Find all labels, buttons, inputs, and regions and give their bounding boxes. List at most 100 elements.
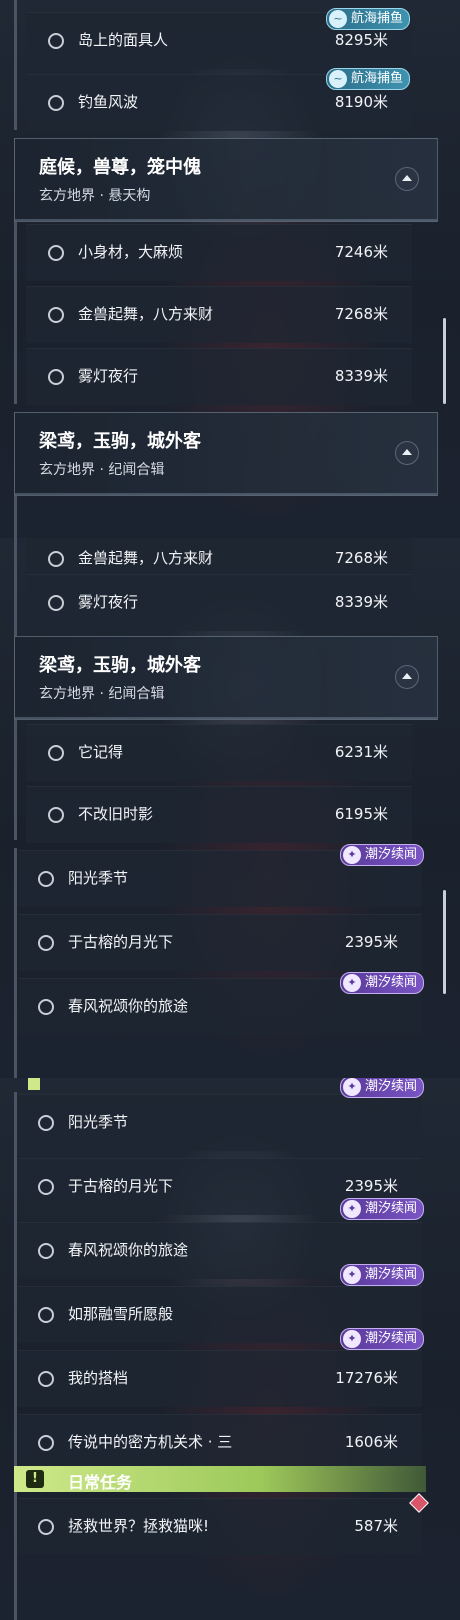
list-rail bbox=[14, 1492, 17, 1620]
quest-row[interactable]: 我的搭档 17276米 bbox=[18, 1350, 422, 1407]
quest-distance: 17276米 bbox=[335, 1369, 398, 1387]
quest-row[interactable]: 不改旧时影 6195米 bbox=[26, 786, 412, 843]
quest-title: 小身材，大麻烦 bbox=[78, 243, 184, 261]
quest-row[interactable]: 小身材，大麻烦 7246米 bbox=[26, 224, 412, 281]
daily-marker-icon bbox=[28, 1078, 40, 1090]
quest-status-circle-icon bbox=[48, 369, 64, 385]
quest-status-circle-icon bbox=[38, 1179, 54, 1195]
badge-label: 潮汐续闻 bbox=[365, 1267, 418, 1282]
quest-title: 我的搭档 bbox=[68, 1369, 129, 1387]
quest-title: 阳光季节 bbox=[68, 869, 129, 887]
quest-distance: 1606米 bbox=[344, 1433, 398, 1451]
quest-distance: 587米 bbox=[354, 1517, 398, 1535]
tide-badge: ✦ 潮汐续闻 bbox=[340, 1328, 425, 1350]
quest-status-circle-icon bbox=[48, 245, 64, 261]
quest-row[interactable]: 它记得 6231米 bbox=[26, 724, 412, 781]
quest-title: 如那融雪所愿般 bbox=[68, 1305, 174, 1323]
quest-title: 春风祝颂你的旅途 bbox=[68, 997, 189, 1015]
quest-title: 雾灯夜行 bbox=[78, 593, 139, 611]
quest-distance: 6231米 bbox=[334, 743, 388, 761]
quest-title: 雾灯夜行 bbox=[78, 367, 139, 385]
quest-title: 于古榕的月光下 bbox=[68, 1177, 174, 1195]
quest-title: 拯救世界？拯救猫咪! bbox=[68, 1517, 210, 1535]
quest-status-circle-icon bbox=[48, 33, 64, 49]
daily-tasks-header[interactable]: ! 日常任务 bbox=[14, 1466, 426, 1492]
list-rail bbox=[14, 720, 17, 840]
tide-badge: ✦ 潮汐续闻 bbox=[340, 1078, 425, 1098]
group-title: 庭候，兽尊，笼中傀 bbox=[39, 157, 201, 178]
badge-label: 潮汐续闻 bbox=[365, 1201, 418, 1216]
badge-label: 潮汐续闻 bbox=[365, 1331, 418, 1346]
quest-title: 阳光季节 bbox=[68, 1113, 129, 1131]
group-subtitle: 玄方地界 · 悬天构 bbox=[39, 188, 151, 204]
quest-distance: 2395米 bbox=[344, 1177, 398, 1195]
quest-title: 岛上的面具人 bbox=[78, 31, 169, 49]
tide-badge: ✦ 潮汐续闻 bbox=[340, 844, 425, 866]
quest-title: 它记得 bbox=[78, 743, 124, 761]
list-rail bbox=[14, 496, 17, 538]
fishing-badge: ~ 航海捕鱼 bbox=[326, 68, 411, 90]
badge-label: 潮汐续闻 bbox=[365, 847, 418, 862]
quest-group-header[interactable]: 梁鸢，玉驹，城外客 玄方地界 · 纪闻合辑 bbox=[14, 636, 438, 720]
quest-distance: 8295米 bbox=[334, 31, 388, 49]
quest-distance: 2395米 bbox=[344, 933, 398, 951]
quest-distance: 7268米 bbox=[334, 305, 388, 323]
quest-distance: 8190米 bbox=[334, 93, 388, 111]
fish-icon: ~ bbox=[329, 10, 347, 28]
daily-tasks-label: 日常任务 bbox=[68, 1473, 133, 1492]
quest-row[interactable]: 传说中的密方机关术 · 三 1606米 bbox=[18, 1414, 422, 1471]
quest-status-circle-icon bbox=[38, 1519, 54, 1535]
tide-badge: ✦ 潮汐续闻 bbox=[340, 972, 425, 994]
quest-status-circle-icon bbox=[38, 1307, 54, 1323]
quest-status-circle-icon bbox=[48, 307, 64, 323]
quest-status-circle-icon bbox=[38, 1243, 54, 1259]
tide-icon: ✦ bbox=[343, 974, 361, 992]
quest-title: 春风祝颂你的旅途 bbox=[68, 1241, 189, 1259]
chevron-up-icon[interactable] bbox=[395, 167, 419, 191]
quest-row[interactable]: 金兽起舞，八方来财 7268米 bbox=[26, 286, 412, 343]
quest-distance: 6195米 bbox=[334, 805, 388, 823]
exclamation-icon: ! bbox=[26, 1470, 44, 1488]
quest-status-circle-icon bbox=[38, 871, 54, 887]
chevron-up-icon[interactable] bbox=[395, 441, 419, 465]
chevron-up-icon[interactable] bbox=[395, 665, 419, 689]
list-rail bbox=[14, 1092, 17, 1472]
quest-row[interactable]: 阳光季节 bbox=[18, 1094, 422, 1151]
quest-status-circle-icon bbox=[38, 1371, 54, 1387]
quest-row[interactable]: 雾灯夜行 8339米 bbox=[26, 574, 412, 631]
quest-title: 传说中的密方机关术 · 三 bbox=[68, 1433, 233, 1451]
quest-row[interactable]: 雾灯夜行 8339米 bbox=[26, 348, 412, 405]
quest-status-circle-icon bbox=[48, 807, 64, 823]
quest-row[interactable]: 拯救世界？拯救猫咪! 587米 bbox=[18, 1498, 422, 1555]
quest-group-header[interactable]: 庭候，兽尊，笼中傀 玄方地界 · 悬天构 bbox=[14, 138, 438, 222]
quest-list-panel-1: 岛上的面具人 8295米 ~ 航海捕鱼 钓鱼风波 8190米 ~ 航海捕鱼 庭候… bbox=[0, 0, 460, 538]
scrollbar[interactable] bbox=[443, 318, 446, 404]
quest-status-circle-icon bbox=[38, 1435, 54, 1451]
group-subtitle: 玄方地界 · 纪闻合辑 bbox=[39, 686, 165, 702]
group-title: 梁鸢，玉驹，城外客 bbox=[39, 655, 201, 676]
quest-title: 金兽起舞，八方来财 bbox=[78, 305, 214, 323]
list-rail bbox=[14, 0, 17, 130]
quest-status-circle-icon bbox=[48, 95, 64, 111]
badge-label: 航海捕鱼 bbox=[351, 71, 404, 86]
quest-status-circle-icon bbox=[48, 595, 64, 611]
quest-row[interactable]: 于古榕的月光下 2395米 bbox=[18, 914, 422, 971]
quest-distance: 8339米 bbox=[334, 367, 388, 385]
scrollbar[interactable] bbox=[443, 890, 446, 994]
quest-status-circle-icon bbox=[38, 935, 54, 951]
tide-badge: ✦ 潮汐续闻 bbox=[340, 1198, 425, 1220]
quest-status-circle-icon bbox=[38, 999, 54, 1015]
quest-group-header[interactable]: 梁鸢，玉驹，城外客 玄方地界 · 纪闻合辑 bbox=[14, 412, 438, 496]
quest-title: 钓鱼风波 bbox=[78, 93, 139, 111]
tide-icon: ✦ bbox=[343, 1078, 361, 1096]
tide-icon: ✦ bbox=[343, 1266, 361, 1284]
quest-title: 不改旧时影 bbox=[78, 805, 154, 823]
quest-title: 金兽起舞，八方来财 bbox=[78, 549, 214, 567]
fishing-badge: ~ 航海捕鱼 bbox=[326, 8, 411, 30]
list-rail bbox=[14, 222, 17, 404]
tide-icon: ✦ bbox=[343, 846, 361, 864]
quest-status-circle-icon bbox=[48, 745, 64, 761]
list-rail bbox=[14, 848, 17, 1078]
tide-icon: ✦ bbox=[343, 1200, 361, 1218]
quest-list-panel-2: 金兽起舞，八方来财 7268米 雾灯夜行 8339米 梁鸢，玉驹，城外客 玄方地… bbox=[0, 538, 460, 1078]
